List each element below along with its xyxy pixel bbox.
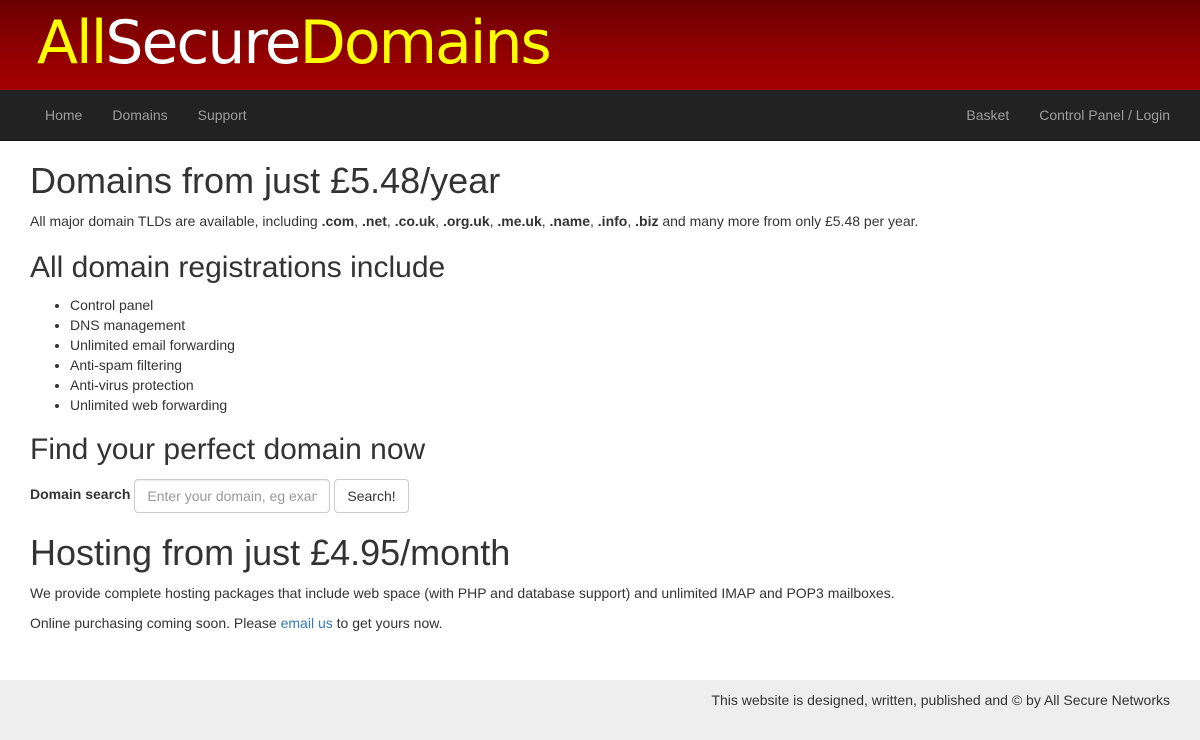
notice-suffix: to get yours now.	[336, 615, 443, 631]
logo-part-all: All	[37, 8, 107, 78]
tld-biz: .biz	[635, 213, 659, 229]
list-item: Anti-spam filtering	[70, 355, 1170, 375]
nav-domains[interactable]: Domains	[97, 90, 182, 140]
tld-me-uk: .me.uk	[497, 213, 542, 229]
email-us-link[interactable]: email us	[281, 615, 333, 631]
domains-heading: Domains from just £5.48/year	[30, 160, 501, 201]
tld-org-uk: .org.uk	[442, 213, 490, 229]
tld-co-uk: .co.uk	[394, 213, 436, 229]
main-navbar: Home Domains Support Basket Control Pane…	[0, 90, 1200, 141]
tld-net: .net	[362, 213, 387, 229]
list-item: Unlimited web forwarding	[70, 395, 1170, 415]
main-content: Domains from just £5.48/year All major d…	[0, 161, 1200, 633]
list-item: DNS management	[70, 315, 1170, 335]
domain-search-form: Domain search Search!	[30, 479, 1170, 513]
features-list: Control panel DNS management Unlimited e…	[30, 295, 1170, 415]
domain-search-label: Domain search	[30, 486, 131, 502]
tld-com: .com	[321, 213, 355, 229]
hosting-heading: Hosting from just £4.95/month	[30, 532, 511, 573]
tld-info: .info	[597, 213, 628, 229]
site-logo[interactable]: AllSecureDomains	[37, 8, 552, 78]
nav-support[interactable]: Support	[183, 90, 262, 140]
find-domain-heading: Find your perfect domain now	[30, 433, 426, 466]
nav-basket[interactable]: Basket	[951, 90, 1024, 140]
tld-paragraph: All major domain TLDs are available, inc…	[30, 213, 919, 229]
domain-search-input[interactable]	[134, 479, 331, 513]
footer-copyright: This website is designed, written, publi…	[711, 692, 1170, 708]
nav-right-group: Basket Control Panel / Login	[951, 90, 1185, 140]
nav-home[interactable]: Home	[30, 90, 97, 140]
includes-heading: All domain registrations include	[30, 251, 446, 284]
logo-part-domains: Domains	[299, 8, 552, 78]
tld-name: .name	[549, 213, 591, 229]
search-button[interactable]: Search!	[334, 479, 409, 513]
nav-control-panel-login[interactable]: Control Panel / Login	[1024, 90, 1185, 140]
site-footer: This website is designed, written, publi…	[0, 680, 1200, 740]
list-item: Control panel	[70, 295, 1170, 315]
list-item: Anti-virus protection	[70, 375, 1170, 395]
nav-left-group: Home Domains Support	[30, 90, 262, 140]
logo-part-secure: Secure	[105, 8, 301, 78]
notice-prefix: Online purchasing coming soon. Please	[30, 615, 277, 631]
list-item: Unlimited email forwarding	[70, 335, 1170, 355]
site-header: AllSecureDomains	[0, 0, 1200, 90]
hosting-description: We provide complete hosting packages tha…	[30, 585, 895, 601]
tld-intro-suffix: and many more from only £5.48 per year.	[662, 213, 919, 229]
online-purchasing-notice: Online purchasing coming soon. Please em…	[30, 613, 1170, 633]
tld-intro-prefix: All major domain TLDs are available, inc…	[30, 213, 318, 229]
